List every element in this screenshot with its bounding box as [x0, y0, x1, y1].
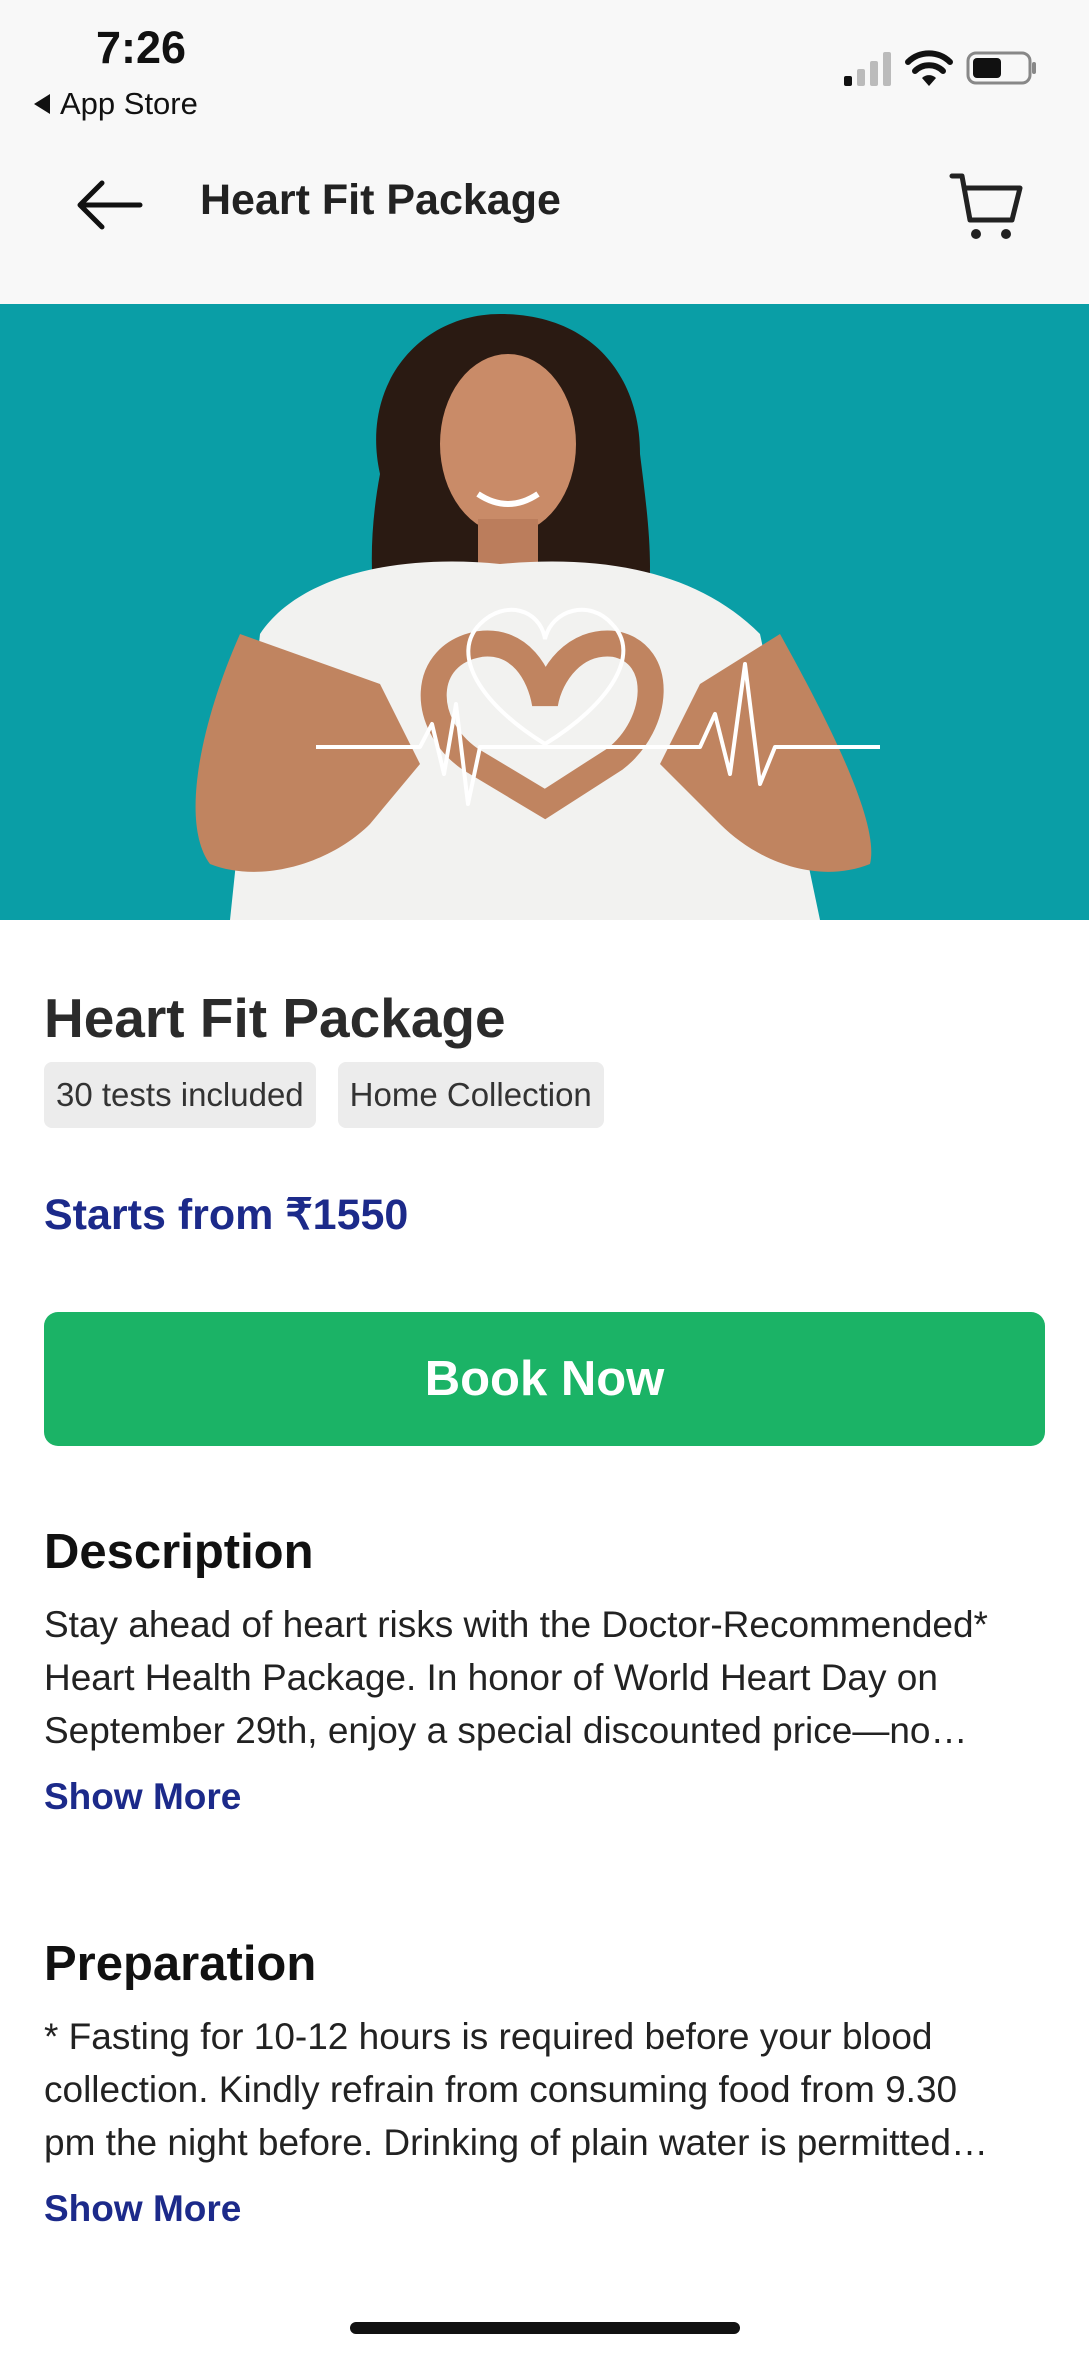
package-chips: 30 tests included Home Collection [44, 1062, 604, 1128]
cart-icon[interactable] [948, 168, 1024, 244]
signal-icon [844, 52, 891, 86]
description-line: Stay ahead of heart risks with the Docto… [44, 1604, 988, 1645]
home-indicator[interactable] [350, 2322, 740, 2334]
preparation-line: pm the night before. Drinking of plain w… [44, 2122, 988, 2163]
hero-illustration [195, 314, 880, 920]
preparation-line: collection. Kindly refrain from consumin… [44, 2069, 958, 2110]
back-app-label: App Store [60, 86, 198, 121]
battery-icon [966, 51, 1036, 85]
description-title: Description [44, 1525, 314, 1579]
preparation-title: Preparation [44, 1937, 317, 1991]
preparation-line: * Fasting for 10-12 hours is required be… [44, 2016, 933, 2057]
description-body: Stay ahead of heart risks with the Docto… [44, 1598, 1045, 1757]
description-show-more-link[interactable]: Show More [44, 1776, 241, 1818]
status-time: 7:26 [96, 22, 187, 73]
home-collection-chip: Home Collection [337, 1062, 604, 1128]
app-header: Heart Fit Package [0, 140, 1089, 304]
package-title: Heart Fit Package [44, 987, 506, 1049]
price-label: Starts from ₹1550 [44, 1191, 409, 1239]
back-triangle-icon [34, 94, 50, 114]
status-bar: 7:26 App Store [0, 0, 1089, 140]
back-arrow-icon[interactable] [74, 178, 144, 232]
back-to-app-store[interactable]: App Store [34, 86, 198, 122]
hero-banner-image [0, 304, 1089, 920]
description-line: Heart Health Package. In honor of World … [44, 1657, 938, 1698]
wifi-icon [905, 50, 953, 86]
book-now-button[interactable]: Book Now [44, 1312, 1045, 1446]
description-line: September 29th, enjoy a special discount… [44, 1710, 968, 1751]
preparation-show-more-link[interactable]: Show More [44, 2188, 241, 2230]
tests-count-chip: 30 tests included [44, 1062, 316, 1128]
preparation-body: * Fasting for 10-12 hours is required be… [44, 2010, 1045, 2169]
header-title: Heart Fit Package [200, 176, 561, 224]
